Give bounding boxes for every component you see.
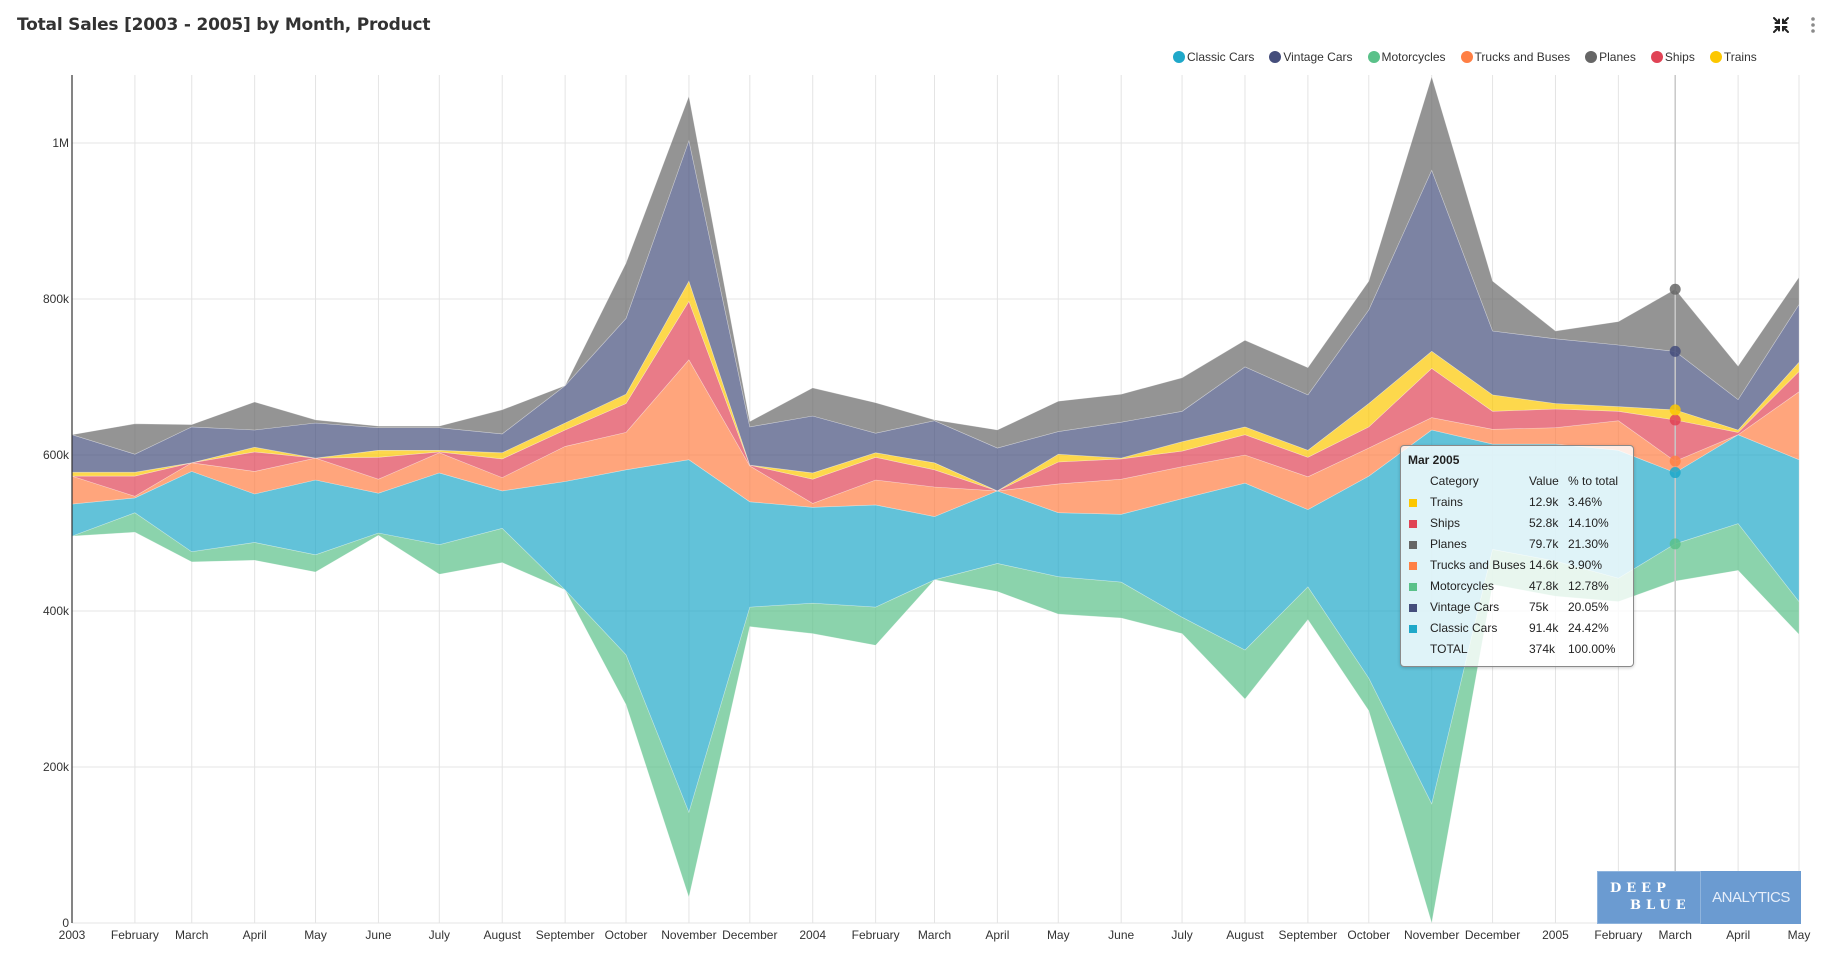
tooltip-title: Mar 2005 bbox=[1408, 453, 1460, 467]
tooltip-pct: 20.05% bbox=[1568, 600, 1609, 614]
hover-dot-trains bbox=[1669, 404, 1681, 416]
tooltip-pct: 14.10% bbox=[1568, 516, 1609, 530]
hover-dot-ships bbox=[1669, 414, 1681, 426]
x-tick-label: 2004 bbox=[799, 928, 826, 942]
tooltip-category: Planes bbox=[1430, 537, 1467, 551]
tooltip-value: 79.7k bbox=[1529, 537, 1559, 551]
x-tick-label: August bbox=[1226, 928, 1264, 942]
tooltip-header-row: Category Value % to total bbox=[1408, 471, 1621, 492]
x-tick-label: November bbox=[661, 928, 716, 942]
tooltip-total-row: TOTAL 374k 100.00% bbox=[1408, 639, 1621, 660]
swatch-icon bbox=[1409, 498, 1417, 507]
swatch-icon bbox=[1409, 540, 1417, 549]
y-tick-label: 600k bbox=[43, 448, 70, 462]
y-tick-label: 0 bbox=[62, 916, 69, 930]
tooltip-pct: 3.90% bbox=[1568, 558, 1603, 572]
tooltip-swatch-cell bbox=[1408, 471, 1430, 492]
tooltip-value: 14.6k bbox=[1529, 558, 1559, 572]
swatch-icon bbox=[1409, 603, 1417, 612]
watermark-line2: BLUE bbox=[1630, 898, 1691, 913]
x-tick-label: July bbox=[429, 928, 450, 942]
x-tick-label: June bbox=[365, 928, 391, 942]
tooltip-category: Trains bbox=[1430, 495, 1463, 509]
tooltip-row: Classic Cars 91.4k 24.42% bbox=[1408, 618, 1621, 639]
tooltip-value: 91.4k bbox=[1529, 621, 1559, 635]
tooltip-value: 374k bbox=[1529, 642, 1556, 656]
tooltip-value: 47.8k bbox=[1529, 579, 1559, 593]
swatch-icon bbox=[1409, 624, 1417, 633]
x-tick-label: August bbox=[484, 928, 522, 942]
x-tick-label: 2003 bbox=[59, 928, 86, 942]
tooltip-category: TOTAL bbox=[1430, 642, 1468, 656]
tooltip-value: 52.8k bbox=[1529, 516, 1559, 530]
x-tick-label: October bbox=[605, 928, 648, 942]
x-tick-label: September bbox=[1279, 928, 1338, 942]
watermark-line1: DEEP bbox=[1610, 881, 1671, 896]
tooltip-category: Vintage Cars bbox=[1430, 600, 1500, 614]
x-tick-label: December bbox=[722, 928, 777, 942]
hover-dot-motorcycles bbox=[1669, 538, 1681, 550]
y-tick-label: 200k bbox=[43, 760, 70, 774]
watermark-deep-blue: DEEP BLUE bbox=[1597, 871, 1701, 924]
tooltip-header-value: Value bbox=[1529, 474, 1559, 488]
chart-tooltip: Mar 2005 Category Value % to total Train… bbox=[1400, 445, 1634, 667]
tooltip-category: Ships bbox=[1430, 516, 1461, 530]
x-tick-label: February bbox=[852, 928, 900, 942]
x-tick-label: November bbox=[1404, 928, 1459, 942]
tooltip-pct: 24.42% bbox=[1568, 621, 1609, 635]
tooltip-pct: 100.00% bbox=[1568, 642, 1616, 656]
x-tick-label: September bbox=[536, 928, 595, 942]
x-tick-label: May bbox=[1047, 928, 1070, 942]
x-tick-label: April bbox=[985, 928, 1009, 942]
hover-dot-vintage-cars bbox=[1669, 345, 1681, 357]
x-tick-label: March bbox=[1659, 928, 1692, 942]
x-tick-label: February bbox=[1594, 928, 1642, 942]
hover-dot-classic-cars bbox=[1669, 467, 1681, 479]
x-tick-label: March bbox=[175, 928, 208, 942]
watermark-analytics: ANALYTICS bbox=[1712, 889, 1790, 906]
x-tick-label: April bbox=[243, 928, 267, 942]
tooltip-pct: 12.78% bbox=[1568, 579, 1609, 593]
tooltip-pct: 21.30% bbox=[1568, 537, 1609, 551]
tooltip-value: 75k bbox=[1529, 600, 1549, 614]
x-tick-label: July bbox=[1171, 928, 1192, 942]
swatch-icon bbox=[1409, 561, 1417, 570]
y-tick-label: 400k bbox=[43, 604, 70, 618]
tooltip-table: Category Value % to total Trains 12.9k 3… bbox=[1408, 471, 1621, 660]
y-tick-label: 800k bbox=[43, 292, 70, 306]
tooltip-category: Classic Cars bbox=[1430, 621, 1498, 635]
tooltip-header-pct: % to total bbox=[1568, 474, 1619, 488]
x-tick-label: 2005 bbox=[1542, 928, 1569, 942]
tooltip-category: Motorcycles bbox=[1430, 579, 1495, 593]
x-tick-label: October bbox=[1347, 928, 1390, 942]
x-tick-label: March bbox=[918, 928, 951, 942]
x-tick-label: February bbox=[111, 928, 159, 942]
tooltip-header-category: Category bbox=[1430, 474, 1479, 488]
tooltip-category: Trucks and Buses bbox=[1430, 558, 1526, 572]
watermark-logo: DEEP BLUE ANALYTICS bbox=[1597, 871, 1801, 924]
y-tick-label: 1M bbox=[52, 136, 69, 150]
tooltip-row: Ships 52.8k 14.10% bbox=[1408, 513, 1621, 534]
hover-dot-trucks-and-buses bbox=[1669, 455, 1681, 467]
tooltip-pct: 3.46% bbox=[1568, 495, 1603, 509]
hover-dot-planes bbox=[1669, 283, 1681, 295]
swatch-icon bbox=[1409, 519, 1417, 528]
x-tick-label: June bbox=[1108, 928, 1134, 942]
x-tick-label: December bbox=[1465, 928, 1520, 942]
swatch-icon bbox=[1409, 582, 1417, 591]
x-tick-label: May bbox=[1788, 928, 1811, 942]
x-tick-label: April bbox=[1726, 928, 1750, 942]
x-tick-label: May bbox=[304, 928, 327, 942]
tooltip-row: Planes 79.7k 21.30% bbox=[1408, 534, 1621, 555]
tooltip-row: Trucks and Buses 14.6k 3.90% bbox=[1408, 555, 1621, 576]
tooltip-row: Motorcycles 47.8k 12.78% bbox=[1408, 576, 1621, 597]
tooltip-value: 12.9k bbox=[1529, 495, 1559, 509]
tooltip-row: Trains 12.9k 3.46% bbox=[1408, 492, 1621, 513]
tooltip-row: Vintage Cars 75k 20.05% bbox=[1408, 597, 1621, 618]
